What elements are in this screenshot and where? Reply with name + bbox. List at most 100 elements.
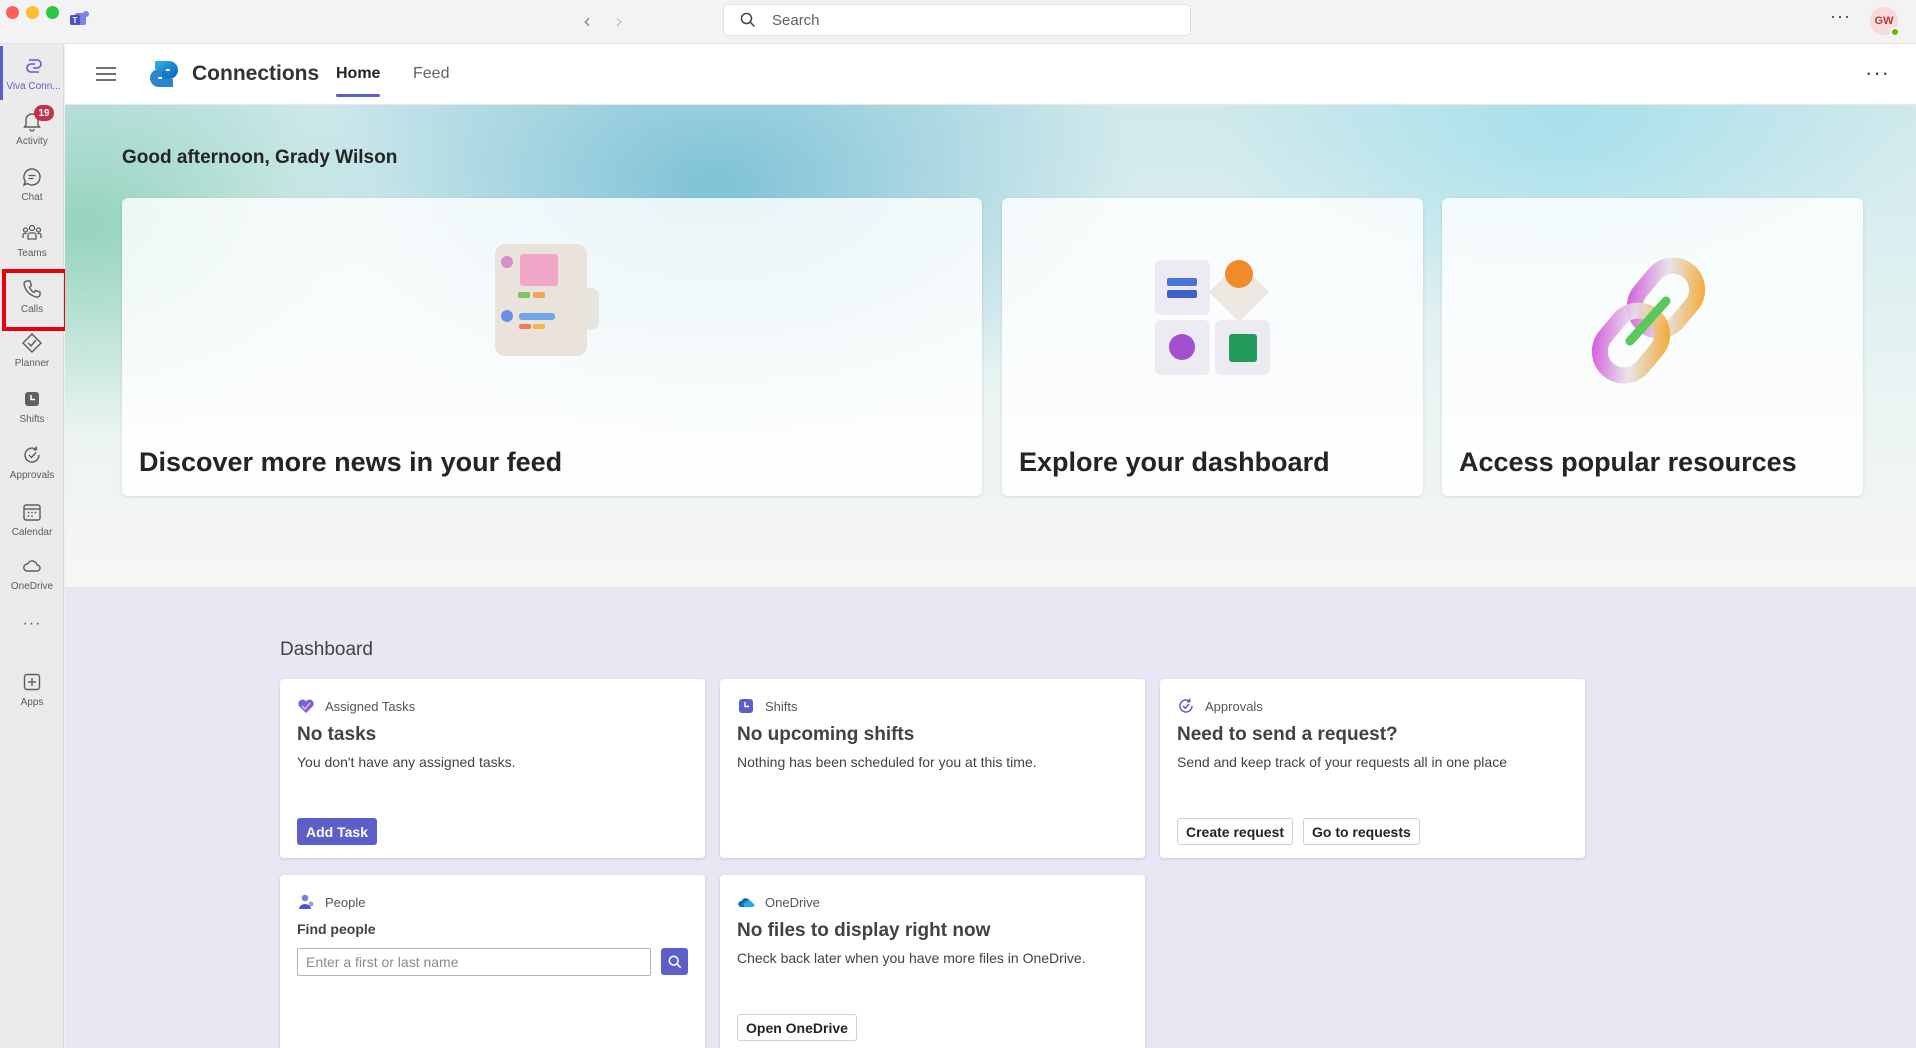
card-header-label: Approvals (1205, 698, 1263, 714)
app-header: Connections Home Feed ··· (65, 44, 1916, 105)
tab-home[interactable]: Home (336, 65, 381, 97)
card-header: Shifts (737, 697, 798, 715)
rail-label: Chat (21, 191, 43, 203)
svg-text:T: T (73, 16, 78, 25)
people-search-input[interactable]: Enter a first or last name (297, 948, 651, 976)
card-header: OneDrive (737, 893, 820, 911)
more-icon: ··· (22, 615, 42, 632)
card-shifts: Shifts No upcoming shifts Nothing has be… (720, 679, 1145, 858)
dashboard-illustration-icon (1155, 260, 1270, 375)
card-title: Need to send a request? (1177, 724, 1398, 745)
search-icon (740, 12, 756, 28)
teams-logo-icon: T (70, 11, 89, 25)
search-box[interactable]: Search (723, 4, 1191, 36)
back-arrow-icon[interactable]: ‹ (583, 9, 591, 33)
go-to-requests-button[interactable]: Go to requests (1303, 818, 1420, 845)
activity-count-badge: 19 (34, 105, 54, 121)
avatar-initials: GW (1874, 15, 1894, 27)
rail-label: Calendar (11, 526, 53, 538)
rail-item-shifts[interactable]: Shifts (0, 379, 64, 433)
rail-item-viva-connections[interactable]: Viva Conn... (0, 46, 64, 100)
rail-label: OneDrive (10, 580, 54, 592)
card-description: You don't have any assigned tasks. (297, 754, 516, 770)
rail-more-apps[interactable]: ··· (0, 604, 64, 644)
forward-arrow-icon[interactable]: › (615, 9, 623, 33)
greeting-text: Good afternoon, Grady Wilson (122, 147, 398, 168)
rail-label: Viva Conn... (6, 80, 61, 92)
card-description: Check back later when you have more file… (737, 950, 1086, 966)
rail-item-approvals[interactable]: Approvals (0, 435, 64, 489)
app-more-options-icon[interactable]: ··· (1865, 60, 1890, 86)
rail-item-activity[interactable]: Activity 19 (0, 101, 64, 155)
approvals-icon (24, 445, 40, 463)
hero-card-title: Explore your dashboard (1019, 447, 1330, 477)
open-onedrive-button[interactable]: Open OneDrive (737, 1014, 857, 1041)
onedrive-cloud-icon (738, 898, 755, 907)
title-bar: T ‹ › Search ··· GW (0, 0, 1916, 44)
rail-label: Apps (20, 696, 44, 708)
viva-connections-icon (25, 58, 42, 73)
dashboard-section: Dashboard Assigned Tasks No tasks You do… (65, 587, 1916, 1048)
dashboard-title: Dashboard (280, 639, 373, 660)
search-icon (668, 955, 681, 968)
hamburger-menu-icon[interactable] (95, 66, 117, 82)
add-task-button[interactable]: Add Task (297, 818, 377, 845)
card-header-label: Assigned Tasks (325, 698, 416, 714)
minimize-window-button[interactable] (26, 6, 39, 19)
app-rail: Viva Conn... Activity 19 Chat Teams Call… (0, 44, 64, 1048)
people-search-button[interactable] (661, 948, 688, 975)
cloud-icon (23, 559, 41, 572)
card-description: Nothing has been scheduled for you at th… (737, 754, 1037, 770)
link-chain-illustration-icon (1591, 257, 1706, 384)
rail-label: Shifts (19, 413, 45, 425)
user-avatar[interactable]: GW (1870, 7, 1900, 37)
rail-item-calendar[interactable]: Calendar (0, 492, 64, 546)
card-assigned-tasks: Assigned Tasks No tasks You don't have a… (280, 679, 705, 858)
titlebar-more-icon[interactable]: ··· (1830, 6, 1851, 27)
hero-card-resources[interactable]: Access popular resources (1442, 198, 1863, 496)
rail-item-planner[interactable]: Planner (0, 323, 64, 377)
close-window-button[interactable] (6, 6, 19, 19)
search-placeholder: Search (772, 11, 820, 29)
calls-highlight-box (2, 269, 68, 331)
card-title: No tasks (297, 724, 377, 745)
approvals-icon (1179, 698, 1193, 713)
hero-card-title: Access popular resources (1459, 447, 1797, 477)
card-people: People Find people Enter a first or last… (280, 875, 705, 1048)
people-icon (299, 894, 314, 909)
card-header-label: People (325, 894, 366, 910)
rail-label: Teams (17, 247, 47, 259)
connections-logo-icon (150, 61, 178, 87)
shifts-icon (25, 391, 39, 406)
rail-label: Activity (16, 135, 48, 147)
card-title: No upcoming shifts (737, 724, 915, 745)
find-people-label: Find people (297, 921, 376, 937)
tasks-heart-icon (298, 699, 314, 713)
create-request-button[interactable]: Create request (1177, 818, 1294, 845)
app-title: Connections (192, 62, 320, 85)
planner-icon (22, 332, 42, 353)
tab-feed[interactable]: Feed (413, 65, 449, 83)
rail-label: Approvals (9, 469, 55, 481)
rail-item-apps[interactable]: Apps (0, 662, 64, 716)
news-feed-illustration-icon (495, 244, 599, 356)
rail-item-onedrive[interactable]: OneDrive (0, 546, 64, 600)
hero-card-title: Discover more news in your feed (139, 447, 563, 477)
rail-item-chat[interactable]: Chat (0, 157, 64, 211)
people-search-placeholder: Enter a first or last name (306, 954, 459, 970)
zoom-window-button[interactable] (46, 6, 59, 19)
card-header: Approvals (1177, 697, 1263, 715)
card-header: Assigned Tasks (297, 697, 415, 715)
presence-available-icon (1890, 27, 1900, 37)
card-header-label: OneDrive (765, 894, 820, 910)
card-header: People (297, 893, 365, 911)
card-title: No files to display right now (737, 920, 991, 941)
calendar-icon (23, 503, 41, 521)
teams-icon (22, 224, 42, 240)
card-approvals: Approvals Need to send a request? Send a… (1160, 679, 1585, 858)
hero-card-feed[interactable]: Discover more news in your feed (122, 198, 982, 496)
chat-icon (22, 167, 41, 186)
rail-label: Planner (14, 357, 50, 369)
hero-card-dashboard[interactable]: Explore your dashboard (1002, 198, 1423, 496)
rail-item-teams[interactable]: Teams (0, 213, 64, 267)
